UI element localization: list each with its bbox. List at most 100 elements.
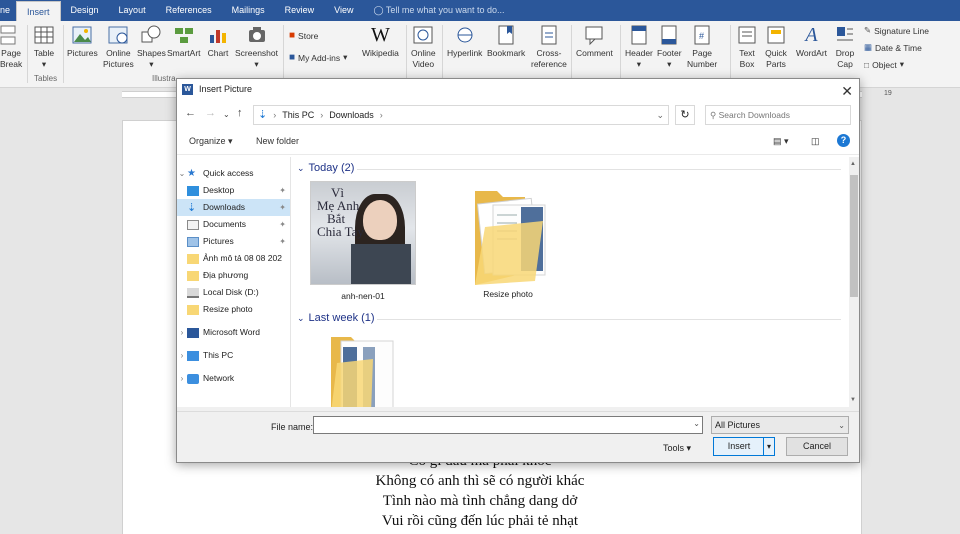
documents-icon	[187, 219, 199, 230]
footer-button[interactable]: Footer ▾	[657, 24, 682, 70]
date-time-button[interactable]: ▦ Date & Time	[864, 42, 922, 53]
address-bar[interactable]: ⇣ › This PC › Downloads › ⌄	[253, 105, 669, 125]
nav-this-pc[interactable]: › This PC	[177, 347, 290, 364]
thumbnail-text: Chia Tay	[317, 224, 364, 239]
chevron-down-icon[interactable]: ⌄	[693, 419, 700, 428]
tab-home[interactable]: ne	[0, 0, 16, 21]
object-button[interactable]: □ Object ▾	[864, 59, 904, 70]
file-item-last-week-folder[interactable]	[323, 333, 403, 407]
store-button[interactable]: ■ Store	[289, 30, 318, 41]
tab-design[interactable]: Design	[61, 0, 109, 21]
nav-downloads[interactable]: ⇣ Downloads ✦	[177, 199, 290, 216]
pictures-button[interactable]: Pictures	[67, 24, 98, 59]
bookmark-button[interactable]: Bookmark	[487, 24, 525, 59]
file-item-anh-nen-01[interactable]: Vì Mẹ Anh Bắt Chia Tay anh-nen-01	[308, 181, 418, 301]
up-arrow-icon[interactable]: ↑	[237, 107, 243, 119]
nav-microsoft-word[interactable]: › Microsoft Word	[177, 324, 290, 341]
recent-locations-icon[interactable]: ⌄	[223, 110, 230, 119]
file-name-input[interactable]: ⌄	[313, 416, 703, 434]
nav-folder-dia-phuong[interactable]: Địa phương	[177, 267, 290, 284]
tools-button[interactable]: Tools ▾	[663, 439, 691, 457]
help-icon[interactable]: ?	[837, 134, 850, 147]
online-pictures-icon	[107, 24, 129, 46]
address-dropdown-icon[interactable]: ⌄	[656, 106, 664, 124]
network-icon	[187, 373, 199, 384]
drop-cap-button[interactable]: Drop Cap	[834, 24, 856, 70]
online-pictures-button[interactable]: Online Pictures	[103, 24, 134, 70]
scroll-down-icon[interactable]: ▼	[850, 397, 856, 403]
chevron-down-icon: ⌄	[178, 169, 186, 178]
cross-reference-button[interactable]: Cross-reference	[531, 24, 567, 70]
breadcrumb-this-pc[interactable]: This PC	[282, 106, 314, 124]
drop-cap-icon	[834, 24, 856, 46]
file-type-select[interactable]: All Pictures ⌄	[711, 416, 849, 434]
organize-button[interactable]: Organize ▾	[189, 136, 233, 147]
insert-button[interactable]: Insert ▾	[713, 437, 775, 456]
tell-me-box[interactable]: ◯ Tell me what you want to do...	[364, 0, 515, 21]
dialog-toolbar: Organize ▾ New folder ▤ ▾ ◫ ?	[177, 129, 859, 155]
back-arrow-icon[interactable]: ←	[185, 107, 196, 119]
table-button[interactable]: Table ▾	[33, 24, 55, 70]
insert-dropdown-icon[interactable]: ▾	[763, 438, 774, 455]
file-list-pane[interactable]: ⌄ Today (2) Vì Mẹ Anh Bắt Chia Tay anh-ne…	[293, 157, 849, 407]
nav-documents[interactable]: Documents ✦	[177, 216, 290, 233]
cancel-button[interactable]: Cancel	[786, 437, 848, 456]
online-video-button[interactable]: Online Video	[411, 24, 436, 70]
tab-view[interactable]: View	[324, 0, 363, 21]
file-item-resize-photo[interactable]: Resize photo	[453, 181, 563, 299]
table-icon	[33, 24, 55, 46]
address-bar-row: ← → ⌄ ↑ ⇣ › This PC › Downloads › ⌄ ↻ ⚲ …	[177, 103, 859, 127]
breadcrumb-downloads[interactable]: Downloads	[329, 106, 374, 124]
wordart-button[interactable]: A WordArt	[796, 24, 827, 59]
nav-local-disk[interactable]: Local Disk (D:)	[177, 284, 290, 301]
header-button[interactable]: Header ▾	[625, 24, 653, 70]
wikipedia-button[interactable]: W Wikipedia	[362, 24, 399, 59]
signature-line-button[interactable]: ✎ Signature Line	[864, 25, 929, 36]
group-header-last-week[interactable]: ⌄ Last week (1)	[297, 312, 375, 324]
word-icon	[187, 327, 199, 338]
tab-layout[interactable]: Layout	[109, 0, 156, 21]
document-line: Vui rồi cũng đến lúc phải tẻ nhạt	[381, 513, 579, 529]
preview-pane-icon[interactable]: ◫	[811, 136, 820, 147]
page-break-button[interactable]: Page Break	[0, 24, 22, 70]
refresh-icon[interactable]: ↻	[675, 105, 695, 125]
nav-network[interactable]: › Network	[177, 370, 290, 387]
star-icon: ★	[187, 167, 196, 179]
computer-icon	[187, 350, 199, 361]
search-input[interactable]: ⚲ Search Downloads	[705, 105, 851, 125]
scroll-up-icon[interactable]: ▲	[850, 161, 856, 167]
nav-quick-access[interactable]: ⌄ ★ Quick access	[177, 165, 290, 182]
hyperlink-button[interactable]: Hyperlink	[447, 24, 482, 59]
page-number-button[interactable]: # Page Number	[687, 24, 717, 70]
quick-parts-button[interactable]: Quick Parts	[765, 24, 787, 70]
smartart-button[interactable]: SmartArt	[167, 24, 201, 59]
forward-arrow-icon[interactable]: →	[205, 107, 216, 119]
tab-insert[interactable]: Insert	[16, 1, 61, 21]
group-separator	[406, 25, 407, 83]
view-options-icon[interactable]: ▤ ▾	[773, 136, 789, 147]
vertical-scrollbar[interactable]: ▲ ▼	[849, 157, 859, 407]
screenshot-button[interactable]: Screenshot ▾	[235, 24, 278, 70]
nav-desktop[interactable]: Desktop ✦	[177, 182, 290, 199]
tab-review[interactable]: Review	[275, 0, 325, 21]
comment-button[interactable]: Comment	[576, 24, 613, 59]
store-icon: ■	[289, 30, 296, 41]
image-thumbnail: Vì Mẹ Anh Bắt Chia Tay	[310, 181, 416, 285]
nav-resize-photo[interactable]: Resize photo	[177, 301, 290, 318]
document-text[interactable]: Có gì đâu mà phải khóc Không có anh thì …	[0, 451, 960, 531]
chevron-down-icon: ⌄	[297, 312, 305, 323]
my-addins-button[interactable]: ■ My Add-ins ▾	[289, 52, 347, 63]
close-icon[interactable]: ✕	[841, 81, 853, 102]
chart-button[interactable]: Chart	[207, 24, 229, 59]
shapes-button[interactable]: Shapes ▾	[137, 24, 166, 70]
group-header-today[interactable]: ⌄ Today (2)	[297, 162, 354, 174]
group-separator	[571, 25, 572, 83]
tab-references[interactable]: References	[156, 0, 222, 21]
nav-folder-anh-mo-ta[interactable]: Ảnh mô tả 08 08 202	[177, 250, 290, 267]
tab-mailings[interactable]: Mailings	[222, 0, 275, 21]
scrollbar-thumb[interactable]	[850, 175, 858, 297]
folder-icon	[331, 337, 394, 407]
new-folder-button[interactable]: New folder	[256, 136, 299, 146]
text-box-button[interactable]: Text Box	[736, 24, 758, 70]
nav-pictures[interactable]: Pictures ✦	[177, 233, 290, 250]
